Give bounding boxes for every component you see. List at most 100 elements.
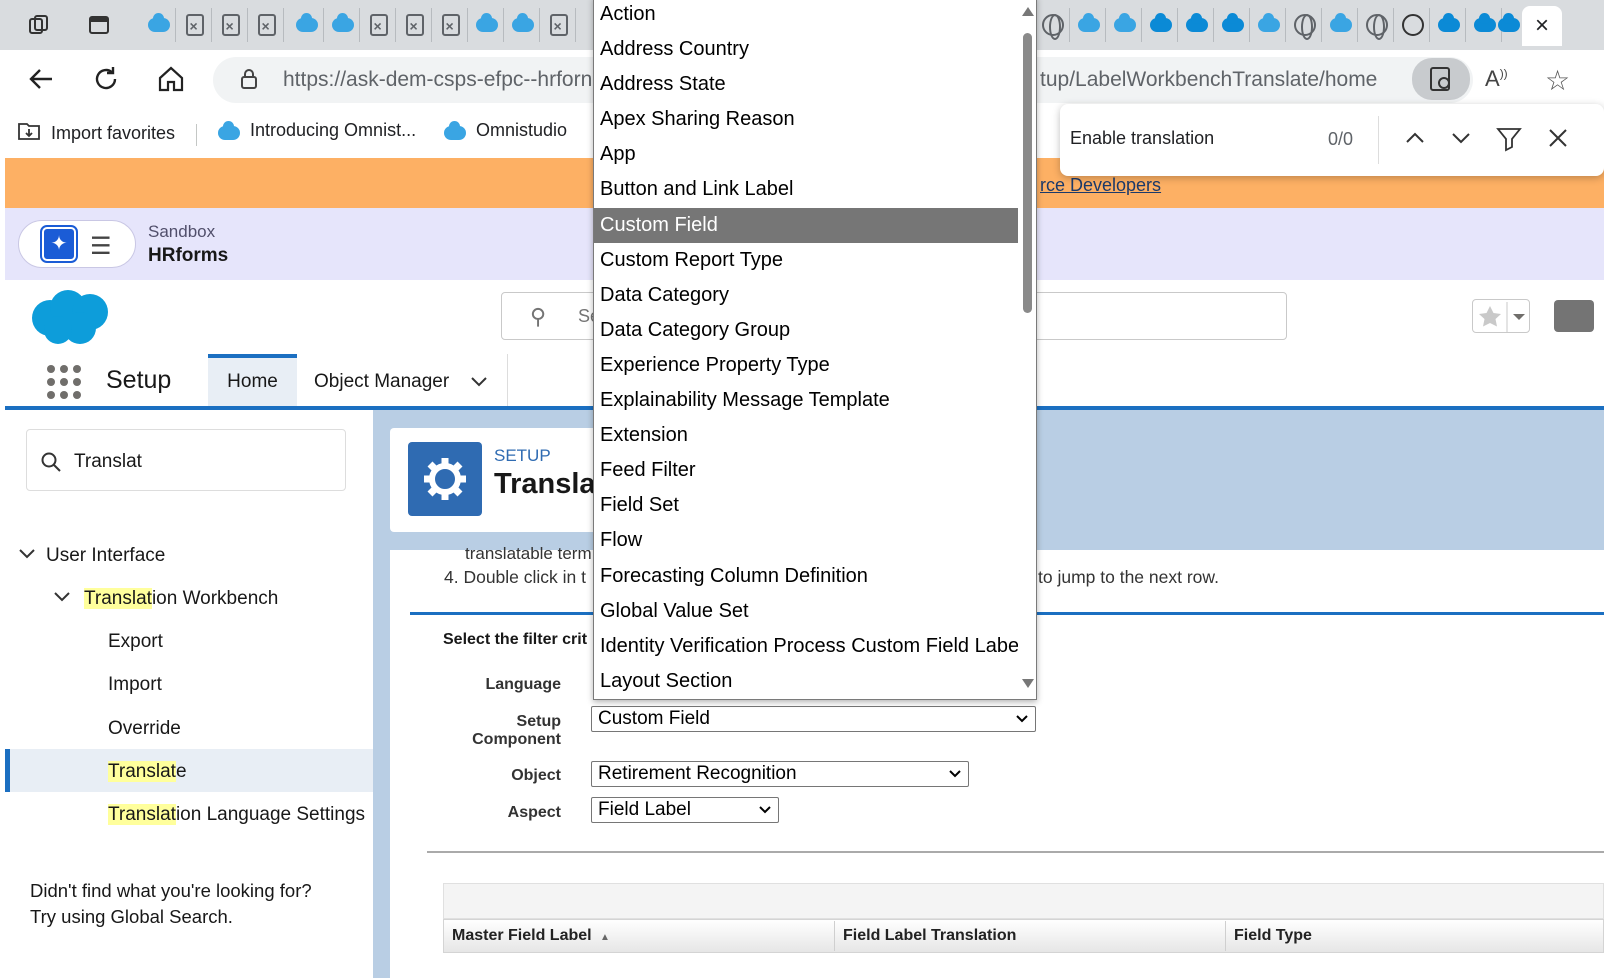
- tab-salesforce[interactable]: [1492, 8, 1526, 42]
- column-field-label-translation[interactable]: Field Label Translation: [843, 927, 1016, 945]
- dropdown-scrollbar[interactable]: [1018, 0, 1036, 699]
- tab-closed-doc[interactable]: [434, 8, 468, 42]
- dropdown-option[interactable]: App: [594, 137, 1018, 172]
- dropdown-option[interactable]: Experience Property Type: [594, 348, 1018, 383]
- tab-salesforce[interactable]: [290, 8, 324, 42]
- find-previous-chevron-up-icon[interactable]: [1403, 124, 1427, 158]
- tab-github[interactable]: [1396, 8, 1430, 42]
- find-next-chevron-down-icon[interactable]: [1449, 124, 1473, 158]
- filter-icon[interactable]: [1496, 124, 1522, 158]
- tab-closed-doc[interactable]: [398, 8, 432, 42]
- read-aloud-icon[interactable]: A)): [1485, 66, 1508, 92]
- tab-object-manager[interactable]: Object Manager: [297, 354, 508, 406]
- table-toolbar: [443, 883, 1604, 919]
- tree-override[interactable]: Override: [108, 718, 181, 740]
- close-tab-button[interactable]: ×: [1522, 6, 1562, 46]
- dropdown-option[interactable]: Address Country: [594, 32, 1018, 67]
- setup-component-select[interactable]: Custom Field: [591, 706, 1036, 732]
- tab-closed-doc[interactable]: [542, 8, 576, 42]
- lock-icon[interactable]: [240, 68, 257, 89]
- tab-globe[interactable]: [1036, 8, 1070, 42]
- tab-globe[interactable]: [1360, 8, 1394, 42]
- workspaces-icon[interactable]: [26, 12, 52, 38]
- dropdown-option[interactable]: Identity Verification Process Custom Fie…: [594, 629, 1024, 664]
- dropdown-option[interactable]: Data Category Group: [594, 313, 1018, 348]
- tree-translation-workbench[interactable]: Translation Workbench: [53, 588, 278, 610]
- immersive-reader-icon[interactable]: [1412, 58, 1470, 100]
- dropdown-option[interactable]: Action: [594, 0, 1018, 32]
- add-favorite-star-icon[interactable]: ☆: [1545, 64, 1570, 97]
- aspect-select[interactable]: Field Label: [591, 797, 779, 823]
- tree-user-interface[interactable]: User Interface: [18, 545, 165, 567]
- dropdown-option[interactable]: Flow: [594, 523, 1018, 558]
- chevron-down-icon[interactable]: [18, 545, 46, 567]
- tab-salesforce[interactable]: [142, 8, 176, 42]
- tab-salesforce[interactable]: [506, 8, 540, 42]
- dropdown-option[interactable]: Data Category: [594, 278, 1018, 313]
- dropdown-option[interactable]: Feed Filter: [594, 453, 1018, 488]
- dropdown-option[interactable]: Apex Sharing Reason: [594, 102, 1018, 137]
- favorite-import[interactable]: Import favorites: [17, 120, 175, 147]
- dropdown-option[interactable]: Custom Report Type: [594, 243, 1018, 278]
- tab-salesforce[interactable]: [1180, 8, 1214, 42]
- close-icon[interactable]: [1546, 124, 1570, 158]
- refresh-icon[interactable]: [90, 64, 122, 96]
- salesforce-logo[interactable]: [28, 288, 114, 346]
- app-launcher-pill[interactable]: [18, 220, 136, 268]
- dropdown-option[interactable]: Extension: [594, 418, 1018, 453]
- tab-actions-icon[interactable]: [86, 12, 112, 38]
- url-text-continued[interactable]: tup/LabelWorkbenchTranslate/home: [1040, 68, 1377, 92]
- agentforce-sparkle-icon[interactable]: ✦: [40, 225, 78, 263]
- dropdown-option[interactable]: Address State: [594, 67, 1018, 102]
- tab-salesforce[interactable]: [1324, 8, 1358, 42]
- favorite-omnistudio-intro[interactable]: Introducing Omnist...: [218, 120, 416, 141]
- tab-salesforce[interactable]: [1252, 8, 1286, 42]
- dropdown-option[interactable]: Custom Field: [594, 207, 1018, 243]
- scrollbar-thumb[interactable]: [1023, 33, 1032, 313]
- tree-import[interactable]: Import: [108, 674, 162, 696]
- salesforce-cloud-icon: [295, 13, 318, 32]
- tab-closed-doc[interactable]: [178, 8, 212, 42]
- dropdown-option[interactable]: Field Set: [594, 488, 1018, 523]
- doc-error-icon: [405, 14, 424, 36]
- instruction-line-4-end: to jump to the next row.: [1038, 567, 1219, 587]
- column-field-type[interactable]: Field Type: [1234, 927, 1312, 945]
- object-select[interactable]: Retirement Recognition: [591, 761, 969, 787]
- tab-salesforce[interactable]: [326, 8, 360, 42]
- tab-globe[interactable]: [1288, 8, 1322, 42]
- tab-salesforce[interactable]: [1108, 8, 1142, 42]
- setup-component-dropdown-list[interactable]: Action Address Country Address State Apex S…: [593, 0, 1037, 700]
- salesforce-cloud-icon: [511, 13, 534, 32]
- dropdown-option[interactable]: Global Value Set: [594, 594, 1018, 629]
- tab-closed-doc[interactable]: [250, 8, 284, 42]
- tab-closed-doc[interactable]: [362, 8, 396, 42]
- tree-export[interactable]: Export: [108, 631, 163, 653]
- tab-home[interactable]: Home: [208, 354, 297, 406]
- home-icon[interactable]: [155, 64, 187, 96]
- back-arrow-icon[interactable]: [25, 64, 57, 96]
- chevron-down-icon[interactable]: [53, 588, 84, 610]
- favorite-omnistudio[interactable]: Omnistudio: [444, 120, 567, 141]
- dropdown-option[interactable]: Button and Link Label: [594, 172, 1018, 207]
- dropdown-option[interactable]: Explainability Message Template: [594, 383, 1018, 418]
- tree-translation-language-settings[interactable]: Translation Language Settings: [108, 804, 365, 826]
- app-launcher-waffle-icon[interactable]: [47, 365, 81, 399]
- url-text[interactable]: https://ask-dem-csps-efpc--hrforn: [283, 68, 592, 92]
- banner-link[interactable]: rce Developers: [1040, 175, 1161, 196]
- dropdown-option[interactable]: Forecasting Column Definition: [594, 559, 1018, 594]
- dropdown-option[interactable]: Layout Section: [594, 664, 1018, 699]
- column-master-field-label[interactable]: Master Field Label ▲: [452, 927, 610, 945]
- tab-closed-doc[interactable]: [214, 8, 248, 42]
- scroll-down-arrow-icon[interactable]: [1022, 679, 1034, 688]
- tree-translate[interactable]: Translate: [108, 761, 187, 783]
- tab-salesforce[interactable]: [1072, 8, 1106, 42]
- find-input[interactable]: Enable translation: [1070, 128, 1214, 149]
- tab-salesforce[interactable]: [1432, 8, 1466, 42]
- menu-icon[interactable]: ☰: [90, 232, 112, 261]
- favorites-button[interactable]: [1472, 299, 1530, 333]
- tab-salesforce[interactable]: [470, 8, 504, 42]
- tab-salesforce[interactable]: [1144, 8, 1178, 42]
- global-actions-button[interactable]: [1554, 300, 1594, 332]
- tab-salesforce[interactable]: [1216, 8, 1250, 42]
- scroll-up-arrow-icon[interactable]: [1022, 7, 1034, 16]
